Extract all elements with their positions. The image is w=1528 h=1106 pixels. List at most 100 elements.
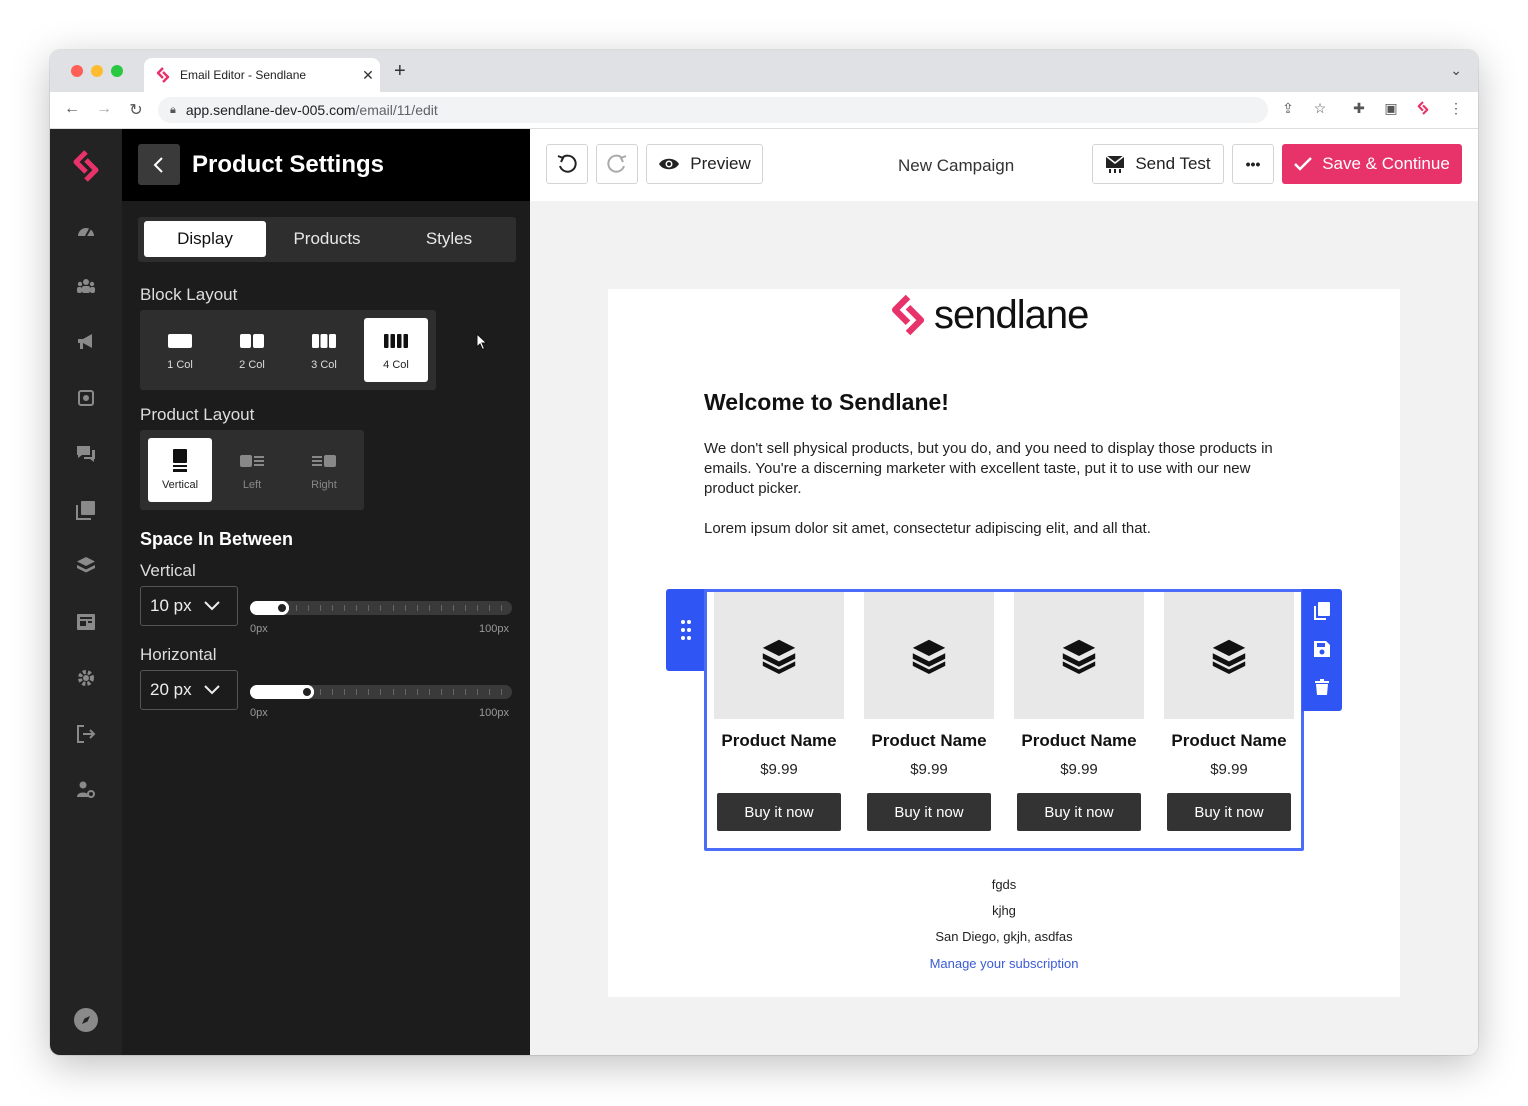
media-icon[interactable] (74, 498, 98, 522)
product-card[interactable]: Product Name $9.99 Buy it now (714, 592, 844, 831)
product-placeholder-icon (1062, 639, 1096, 674)
slider-tick (320, 689, 322, 695)
side-panel-icon[interactable]: ▣ (1381, 100, 1401, 117)
maximize-window-button[interactable] (111, 65, 123, 77)
save-and-continue-button[interactable]: Save & Continue (1282, 144, 1462, 184)
product-placeholder-icon (1212, 639, 1246, 674)
undo-button[interactable] (546, 144, 588, 184)
horizontal-spacing-slider[interactable] (250, 685, 512, 699)
chevron-down-icon (203, 601, 220, 611)
campaigns-icon[interactable] (74, 330, 98, 354)
more-options-button[interactable]: ••• (1232, 144, 1274, 184)
send-test-button[interactable]: Send Test (1092, 144, 1224, 184)
vertical-spacing-slider[interactable] (250, 601, 512, 615)
extensions-icon[interactable]: ✚ (1349, 100, 1369, 117)
layout-3-col-option[interactable]: 3 Col (292, 318, 356, 382)
tab-close-icon[interactable]: ✕ (356, 67, 380, 84)
lock-icon: 🔒︎ (170, 103, 176, 116)
sendlane-logo[interactable]: sendlane (890, 291, 1089, 339)
sendlane-extension-icon[interactable] (1413, 100, 1433, 119)
share-icon[interactable]: ⇪ (1278, 100, 1298, 117)
slider-tick (392, 689, 394, 695)
slider-tick (500, 689, 502, 695)
space-in-between-title: Space In Between (140, 529, 294, 549)
email-paragraph-1[interactable]: We don't sell physical products, but you… (704, 439, 1294, 499)
logout-icon[interactable] (74, 722, 98, 746)
new-tab-button[interactable]: + (394, 60, 406, 83)
layout-4-col-option[interactable]: 4 Col (364, 318, 428, 382)
slider-handle[interactable] (300, 685, 314, 699)
product-image (714, 592, 844, 719)
tab-products[interactable]: Products (266, 221, 388, 257)
layout-1-col-option[interactable]: 1 Col (148, 318, 212, 382)
automations-icon[interactable] (74, 386, 98, 410)
contacts-icon[interactable] (74, 274, 98, 298)
settings-gear-icon[interactable] (74, 666, 98, 690)
slider-tick (392, 605, 394, 611)
product-card[interactable]: Product Name $9.99 Buy it now (864, 592, 994, 831)
redo-button[interactable] (596, 144, 638, 184)
product-layout-left-option[interactable]: Left (220, 438, 284, 502)
conversations-icon[interactable] (74, 442, 98, 466)
block-layout-label: Block Layout (140, 285, 238, 304)
bookmark-star-icon[interactable]: ☆ (1310, 100, 1330, 117)
preview-button[interactable]: Preview (646, 144, 763, 184)
buy-it-now-button[interactable]: Buy it now (1017, 793, 1141, 831)
campaign-name[interactable]: New Campaign (898, 156, 1014, 176)
back-button[interactable] (138, 144, 180, 185)
two-column-icon (240, 334, 264, 348)
forward-arrow-icon[interactable]: → (94, 100, 114, 118)
app-root: Product Settings Display Products Styles… (50, 129, 1478, 1055)
back-arrow-icon[interactable]: ← (62, 100, 82, 118)
tab-search-chevron-icon[interactable]: ⌄ (1450, 62, 1462, 79)
drag-handle[interactable] (666, 589, 706, 671)
layout-2-col-option[interactable]: 2 Col (220, 318, 284, 382)
dashboard-icon[interactable] (74, 218, 98, 242)
slider-tick (488, 605, 490, 611)
tab-styles[interactable]: Styles (388, 221, 510, 257)
save-block-button[interactable] (1312, 639, 1332, 659)
close-window-button[interactable] (71, 65, 83, 77)
sendlane-logo-icon[interactable] (70, 149, 102, 183)
minimize-window-button[interactable] (91, 65, 103, 77)
product-placeholder-icon (912, 639, 946, 674)
email-paragraph-2[interactable]: Lorem ipsum dolor sit amet, consectetur … (704, 519, 1294, 539)
browser-menu-icon[interactable]: ⋮ (1446, 100, 1466, 117)
buy-it-now-button[interactable]: Buy it now (717, 793, 841, 831)
vertical-layout-icon (173, 449, 187, 472)
browser-tab[interactable]: Email Editor - Sendlane ✕ (144, 58, 380, 92)
slider-tick (368, 605, 370, 611)
duplicate-block-button[interactable] (1312, 601, 1332, 621)
vertical-spacing-select[interactable]: 10 px (140, 586, 238, 626)
email-heading[interactable]: Welcome to Sendlane! (704, 389, 949, 416)
product-name: Product Name (871, 731, 987, 750)
product-layout-right-option[interactable]: Right (292, 438, 356, 502)
admin-icon[interactable] (74, 778, 98, 802)
manage-subscription-link[interactable]: Manage your subscription (608, 956, 1400, 971)
reload-icon[interactable]: ↻ (126, 100, 146, 120)
slider-tick (452, 605, 454, 611)
product-block[interactable]: Product Name $9.99 Buy it now Product Na… (704, 589, 1304, 851)
product-settings-panel: Product Settings Display Products Styles… (122, 129, 530, 1055)
product-card[interactable]: Product Name $9.99 Buy it now (1164, 592, 1294, 831)
save-label: Save & Continue (1322, 154, 1450, 173)
products-icon[interactable] (74, 554, 98, 578)
horizontal-spacing-select[interactable]: 20 px (140, 670, 238, 710)
tab-display[interactable]: Display (144, 221, 266, 257)
buy-it-now-button[interactable]: Buy it now (1167, 793, 1291, 831)
product-layout-label: Product Layout (140, 405, 255, 424)
slider-handle[interactable] (275, 601, 289, 615)
compass-icon[interactable] (72, 1006, 100, 1034)
delete-block-button[interactable] (1312, 677, 1332, 697)
buy-it-now-button[interactable]: Buy it now (867, 793, 991, 831)
product-layout-vertical-label: Vertical (161, 479, 199, 491)
sendlane-favicon-icon (156, 67, 170, 83)
layout-4-col-label: 4 Col (383, 359, 409, 371)
browser-window: Email Editor - Sendlane ✕ + ⌄ ← → ↻ 🔒︎ a… (50, 50, 1478, 1055)
slider-tick (344, 605, 346, 611)
slider-tick (428, 605, 430, 611)
address-bar[interactable]: 🔒︎ app.sendlane-dev-005.com/email/11/edi… (158, 97, 1268, 123)
forms-icon[interactable] (74, 610, 98, 634)
product-layout-vertical-option[interactable]: Vertical (148, 438, 212, 502)
product-card[interactable]: Product Name $9.99 Buy it now (1014, 592, 1144, 831)
